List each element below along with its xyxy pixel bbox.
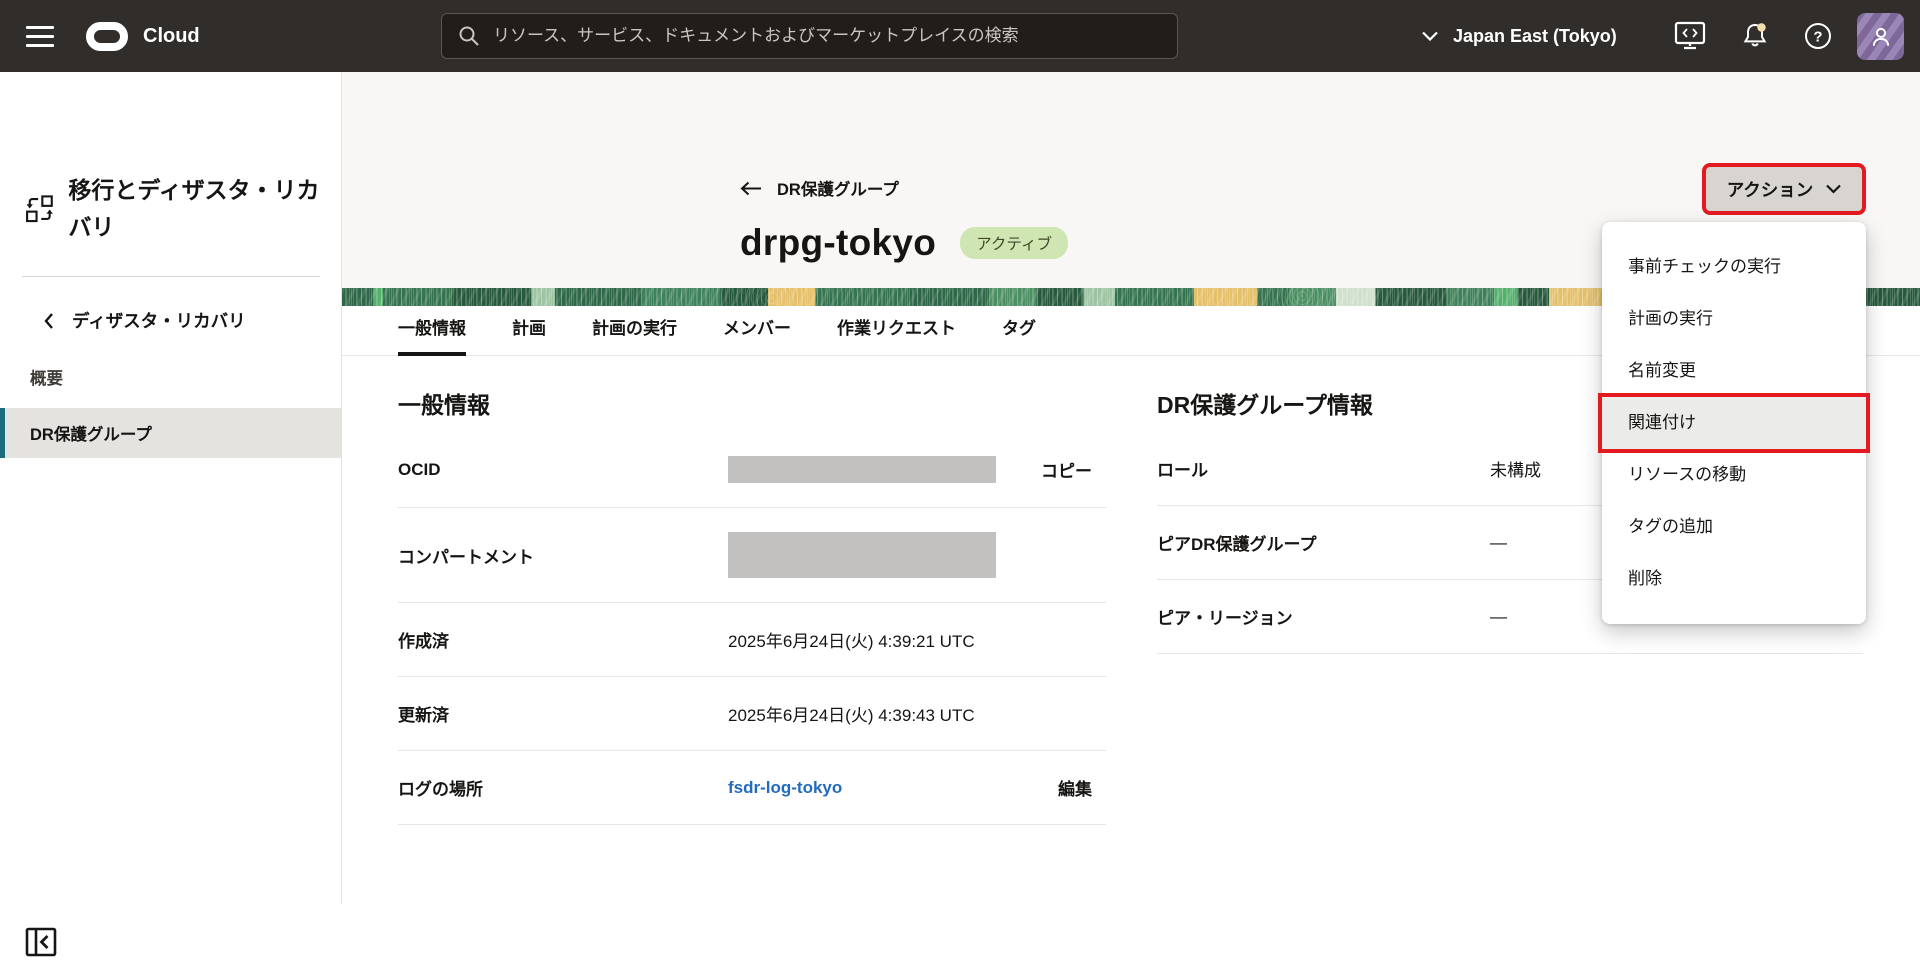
copy-button[interactable]: コピー	[1041, 457, 1106, 482]
actions-button[interactable]: アクション	[1706, 167, 1862, 211]
log-location-link[interactable]: fsdr-log-tokyo	[728, 778, 842, 797]
sidebar-back-link[interactable]: ディザスタ・リカバリ	[44, 308, 246, 333]
region-selector[interactable]: Japan East (Tokyo)	[1422, 0, 1617, 72]
svg-text:?: ?	[1813, 29, 1822, 46]
info-value: 2025年6月24日(火) 4:39:21 UTC	[728, 627, 1106, 652]
chevron-down-icon	[1826, 184, 1841, 194]
tab-plans[interactable]: 計画	[512, 306, 546, 356]
actions-dropdown-menu: 事前チェックの実行計画の実行名前変更関連付けリソースの移動タグの追加削除	[1602, 222, 1866, 624]
sidebar-item-dr-protection-groups[interactable]: DR保護グループ	[0, 408, 342, 458]
app-header: 移行とディザスタ・リカバリ	[25, 172, 325, 246]
user-avatar[interactable]	[1857, 13, 1904, 60]
info-label: ロール	[1157, 456, 1490, 481]
redacted-value	[728, 456, 996, 483]
tab-members[interactable]: メンバー	[723, 306, 791, 356]
status-badge: アクティブ	[960, 227, 1068, 259]
chevron-left-icon	[44, 312, 54, 330]
notifications-bell-icon[interactable]	[1733, 0, 1777, 72]
info-value: 2025年6月24日(火) 4:39:43 UTC	[728, 701, 1106, 726]
top-header: Cloud Japan East (Tokyo) ?	[0, 0, 1920, 72]
sidebar-back-label: ディザスタ・リカバリ	[72, 308, 246, 333]
title-row: drpg-tokyo アクティブ	[740, 222, 1068, 264]
info-label: 更新済	[398, 701, 728, 726]
edit-button[interactable]: 編集	[1058, 775, 1106, 800]
info-label: ログの場所	[398, 775, 728, 800]
left-sidebar: 移行とディザスタ・リカバリ ディザスタ・リカバリ 概要 DR保護グループ	[0, 72, 342, 904]
notification-badge	[1757, 23, 1765, 31]
collapse-sidebar-icon[interactable]	[24, 926, 58, 958]
info-row: ログの場所fsdr-log-tokyo 編集	[398, 751, 1106, 825]
tab-general-info[interactable]: 一般情報	[398, 306, 466, 356]
actions-menu-item-associate[interactable]: 関連付け	[1602, 397, 1866, 449]
section-heading: 一般情報	[398, 386, 1106, 420]
region-label: Japan East (Tokyo)	[1453, 26, 1617, 47]
brand-label: Cloud	[143, 25, 200, 48]
actions-menu-item-move-resource[interactable]: リソースの移動	[1602, 449, 1866, 501]
back-arrow-icon	[740, 181, 762, 196]
info-label: 作成済	[398, 627, 728, 652]
oracle-cloud-logo[interactable]: Cloud	[86, 0, 200, 72]
cloud-shell-icon[interactable]	[1668, 0, 1712, 72]
migration-icon	[25, 194, 54, 224]
info-label: OCID	[398, 460, 728, 480]
actions-menu-item-add-tags[interactable]: タグの追加	[1602, 501, 1866, 553]
actions-button-label: アクション	[1727, 177, 1814, 202]
info-value: fsdr-log-tokyo	[728, 778, 1058, 798]
sidebar-item-overview[interactable]: 概要	[0, 354, 342, 400]
sidebar-nav-list: 概要 DR保護グループ	[0, 354, 342, 466]
actions-menu-item-execute-plan[interactable]: 計画の実行	[1602, 293, 1866, 345]
actions-menu-item-rename[interactable]: 名前変更	[1602, 345, 1866, 397]
tab-work-requests[interactable]: 作業リクエスト	[837, 306, 956, 356]
tab-plan-executions[interactable]: 計画の実行	[592, 306, 677, 356]
app-title: 移行とディザスタ・リカバリ	[68, 172, 325, 246]
breadcrumb-label: DR保護グループ	[777, 176, 899, 200]
page-title: drpg-tokyo	[740, 222, 936, 264]
sidebar-divider	[22, 276, 320, 277]
oracle-o-icon	[86, 22, 128, 51]
search-icon	[458, 25, 480, 47]
chevron-down-icon	[1422, 31, 1438, 41]
actions-menu-item-run-prechecks[interactable]: 事前チェックの実行	[1602, 241, 1866, 293]
info-label: ピアDR保護グループ	[1157, 530, 1490, 555]
info-value	[728, 532, 1106, 578]
actions-menu-item-delete[interactable]: 削除	[1602, 553, 1866, 605]
breadcrumb[interactable]: DR保護グループ	[740, 176, 899, 200]
info-row: 更新済2025年6月24日(火) 4:39:43 UTC	[398, 677, 1106, 751]
info-value	[728, 456, 1041, 483]
info-label: ピア・リージョン	[1157, 604, 1490, 629]
search-input[interactable]	[493, 26, 1161, 46]
info-row: 作成済2025年6月24日(火) 4:39:21 UTC	[398, 603, 1106, 677]
help-icon[interactable]: ?	[1796, 0, 1840, 72]
info-row: コンパートメント	[398, 508, 1106, 603]
global-search-bar[interactable]	[441, 13, 1178, 59]
redacted-value	[728, 532, 996, 578]
general-info-rows: OCIDコピーコンパートメント作成済2025年6月24日(火) 4:39:21 …	[398, 432, 1106, 825]
info-row: OCID コピー	[398, 432, 1106, 508]
tab-tags[interactable]: タグ	[1002, 306, 1036, 356]
hamburger-menu-icon[interactable]	[26, 21, 60, 51]
info-label: コンパートメント	[398, 543, 728, 568]
general-info-section: 一般情報 OCIDコピーコンパートメント作成済2025年6月24日(火) 4:3…	[398, 386, 1106, 825]
person-icon	[1870, 26, 1892, 48]
